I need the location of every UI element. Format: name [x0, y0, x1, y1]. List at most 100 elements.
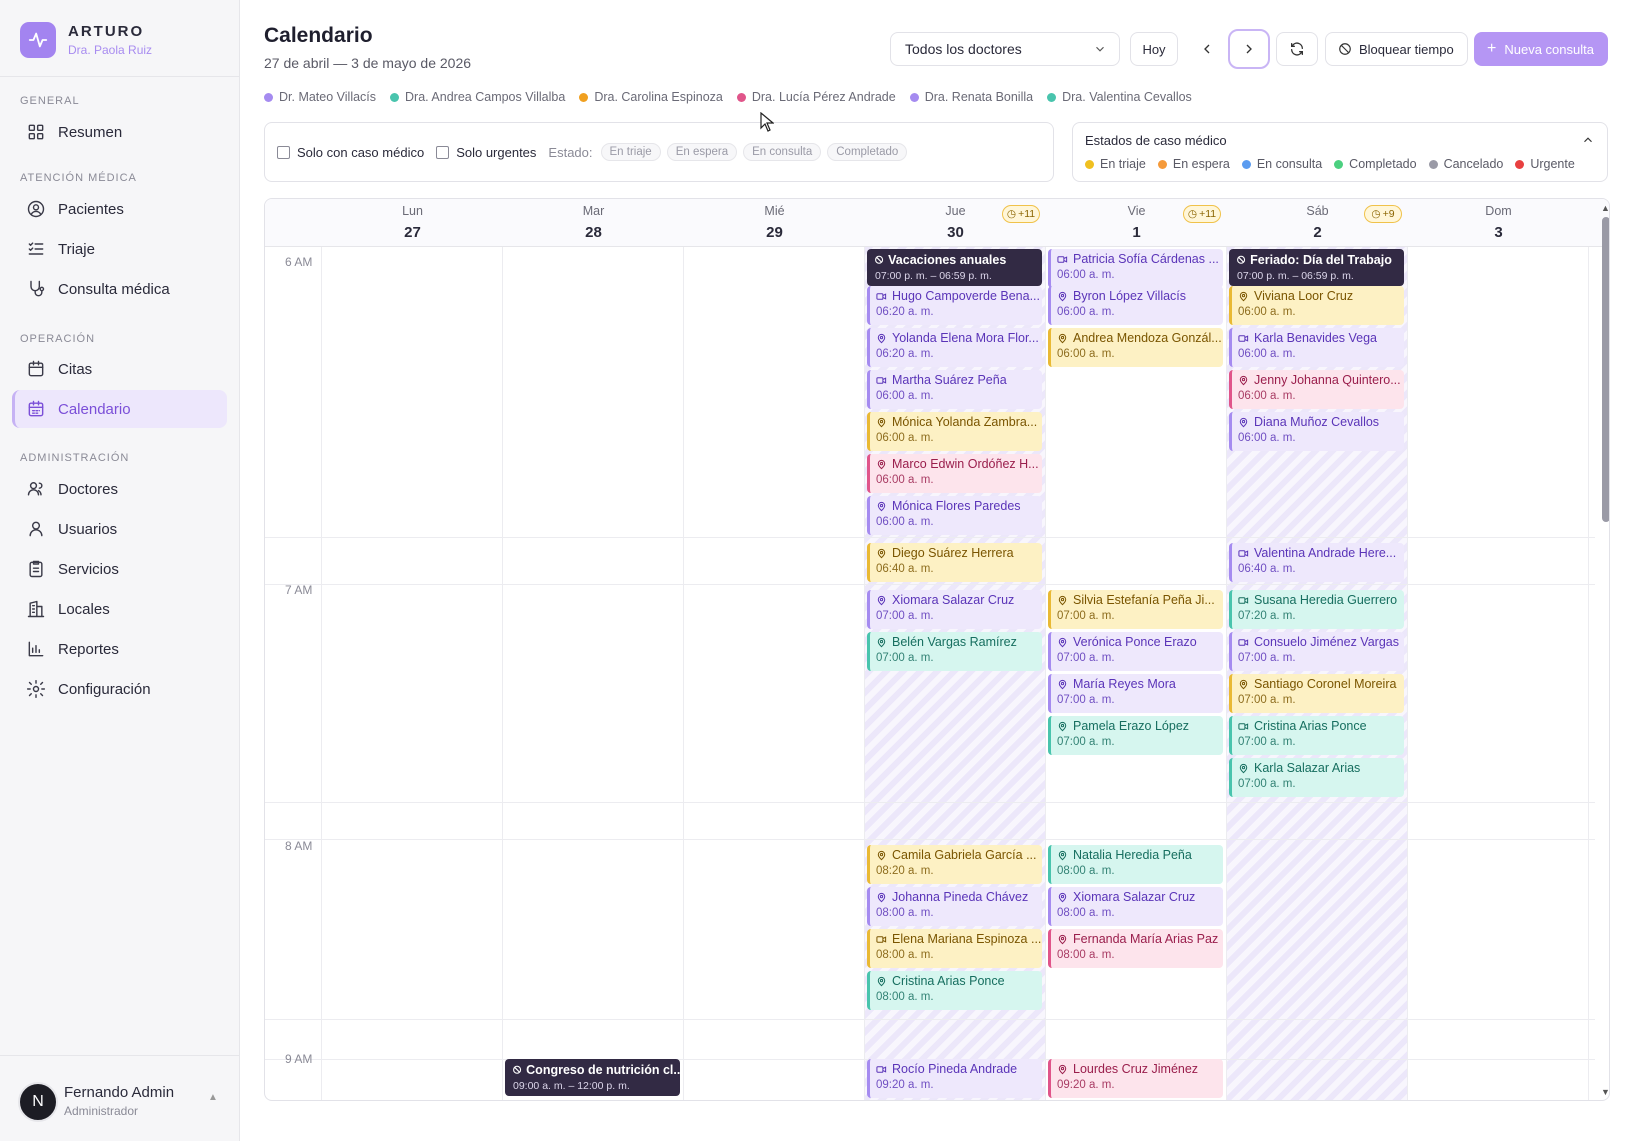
appointment-event[interactable]: Mónica Yolanda Zambra... 06:00 a. m. — [867, 412, 1042, 451]
sidebar-item-usuarios[interactable]: Usuarios — [12, 510, 227, 548]
doctor-legend-item[interactable]: Dr. Mateo Villacís — [264, 90, 376, 104]
appointment-event[interactable]: Belén Vargas Ramírez 07:00 a. m. — [867, 632, 1042, 671]
appointment-event[interactable]: Rocío Pineda Andrade 09:20 a. m. — [867, 1059, 1042, 1098]
status-filter-chip[interactable]: En consulta — [743, 143, 822, 161]
appointment-time: 06:00 a. m. — [876, 390, 934, 402]
doctor-legend-item[interactable]: Dra. Andrea Campos Villalba — [390, 90, 565, 104]
sidebar-item-configuración[interactable]: Configuración — [12, 670, 227, 708]
appointment-event[interactable]: Patricia Sofía Cárdenas ... 06:00 a. m. — [1048, 249, 1223, 288]
sidebar-item-consulta-médica[interactable]: Consulta médica — [12, 270, 227, 308]
appointment-event[interactable]: Cristina Arias Ponce 07:00 a. m. — [1229, 716, 1404, 755]
appointment-event[interactable]: Lourdes Cruz Jiménez 09:20 a. m. — [1048, 1059, 1223, 1098]
appointment-event[interactable]: Karla Benavides Vega 06:00 a. m. — [1229, 328, 1404, 367]
appointment-event[interactable]: Verónica Ponce Erazo 07:00 a. m. — [1048, 632, 1223, 671]
checkbox[interactable] — [277, 145, 290, 159]
status-filter-chip[interactable]: En triaje — [600, 143, 661, 161]
appointment-event[interactable]: Valentina Andrade Here... 06:40 a. m. — [1229, 543, 1404, 582]
video-icon — [876, 1065, 887, 1073]
only-medical-case-filter[interactable]: Solo con caso médico — [277, 145, 424, 160]
appointment-event[interactable]: Yolanda Elena Mora Flor... 06:20 a. m. — [867, 328, 1042, 367]
today-button[interactable]: Hoy — [1130, 32, 1178, 66]
appointment-event[interactable]: Consuelo Jiménez Vargas 07:00 a. m. — [1229, 632, 1404, 671]
appointment-event[interactable]: Marco Edwin Ordóñez H... 06:00 a. m. — [867, 454, 1042, 493]
appointment-event[interactable]: Johanna Pineda Chávez 08:00 a. m. — [867, 887, 1042, 926]
appointment-event[interactable]: Diego Suárez Herrera 06:40 a. m. — [867, 543, 1042, 582]
appointment-event[interactable]: Viviana Loor Cruz 06:00 a. m. — [1229, 286, 1404, 325]
appointment-event[interactable]: Hugo Campoverde Bena... 06:20 a. m. — [867, 286, 1042, 325]
block-time-label: Bloquear tiempo — [1359, 41, 1454, 57]
appointment-event[interactable]: Elena Mariana Espinoza ... 08:00 a. m. — [867, 929, 1042, 968]
appointment-event[interactable]: Silvia Estefanía Peña Ji... 07:00 a. m. — [1048, 590, 1223, 629]
sidebar-item-locales[interactable]: Locales — [12, 590, 227, 628]
scroll-up-icon[interactable]: ▲ — [1601, 203, 1609, 213]
doctor-legend-item[interactable]: Dra. Carolina Espinoza — [579, 90, 723, 104]
day-header-mar[interactable]: Mar 28 — [503, 199, 684, 247]
next-week-button[interactable] — [1228, 29, 1270, 69]
doctor-legend-item[interactable]: Dra. Valentina Cevallos — [1047, 90, 1192, 104]
appointment-event[interactable]: Santiago Coronel Moreira 07:00 a. m. — [1229, 674, 1404, 713]
user-menu[interactable]: N Fernando Admin Administrador ▲ — [0, 1055, 240, 1141]
doctor-legend-item[interactable]: Dra. Lucía Pérez Andrade — [736, 90, 896, 104]
appointment-event[interactable]: Mónica Flores Paredes 06:00 a. m. — [867, 496, 1042, 535]
day-header-dom[interactable]: Dom 3 — [1408, 199, 1589, 247]
location-pin-icon — [1058, 637, 1067, 647]
appointment-event[interactable]: Natalia Heredia Peña 08:00 a. m. — [1048, 845, 1223, 884]
appointment-event[interactable]: Fernanda María Arias Paz 08:00 a. m. — [1048, 929, 1223, 968]
new-consultation-button[interactable]: + Nueva consulta — [1474, 32, 1608, 66]
checkbox[interactable] — [436, 145, 450, 159]
day-header-sáb[interactable]: Sáb 2 ◷ +9 — [1227, 199, 1408, 247]
brand[interactable]: ARTURO Dra. Paola Ruiz — [20, 20, 230, 60]
day-header-lun[interactable]: Lun 27 — [322, 199, 503, 247]
sidebar-item-citas[interactable]: Citas — [12, 350, 227, 388]
appointment-event[interactable]: Cristina Arias Ponce 08:00 a. m. — [867, 971, 1042, 1010]
doctor-legend-item[interactable]: Dra. Renata Bonilla — [909, 90, 1033, 104]
refresh-button[interactable] — [1276, 32, 1318, 66]
time-block-event[interactable]: ⦸ Vacaciones anuales 07:00 p. m. – 06:59 p… — [867, 249, 1042, 286]
sidebar-item-reportes[interactable]: Reportes — [12, 630, 227, 668]
scrollbar[interactable]: ▲ ▼ — [1599, 199, 1609, 1100]
day-header-jue[interactable]: Jue 30 ◷ +11 — [865, 199, 1046, 247]
day-header-mié[interactable]: Mié 29 — [684, 199, 865, 247]
status-color-dot — [1428, 159, 1438, 169]
case-status-item: En espera — [1157, 157, 1230, 171]
sidebar-item-calendario[interactable]: Calendario — [12, 390, 227, 428]
appointment-event[interactable]: Andrea Mendoza Gonzál... 06:00 a. m. — [1048, 328, 1223, 367]
appointment-event[interactable]: Jenny Johanna Quintero... 06:00 a. m. — [1229, 370, 1404, 409]
location-pin-icon — [877, 595, 886, 605]
time-block-event[interactable]: ⦸ Feriado: Día del Trabajo 07:00 p. m. – 0… — [1229, 249, 1404, 286]
sidebar-item-doctores[interactable]: Doctores — [12, 470, 227, 508]
appointment-event[interactable]: Byron López Villacís 06:00 a. m. — [1048, 286, 1223, 325]
more-events-badge[interactable]: ◷ +11 — [1002, 205, 1040, 223]
scroll-down-icon[interactable]: ▼ — [1601, 1087, 1609, 1097]
chevron-up-icon[interactable] — [1581, 133, 1595, 147]
more-events-badge[interactable]: ◷ +11 — [1183, 205, 1221, 223]
sidebar-item-resumen[interactable]: Resumen — [12, 113, 227, 151]
appointment-event[interactable]: Xiomara Salazar Cruz 08:00 a. m. — [1048, 887, 1223, 926]
time-block-event[interactable]: ⦸ Congreso de nutrición cl... 09:00 a. m. … — [505, 1059, 680, 1096]
hour-divider — [265, 584, 1595, 585]
day-header-vie[interactable]: Vie 1 ◷ +11 — [1046, 199, 1227, 247]
appointment-event[interactable]: Pamela Erazo López 07:00 a. m. — [1048, 716, 1223, 755]
sidebar-item-servicios[interactable]: Servicios — [12, 550, 227, 588]
location-pin-icon — [877, 501, 886, 511]
appointment-event[interactable]: Martha Suárez Peña 06:00 a. m. — [867, 370, 1042, 409]
appointment-event[interactable]: Camila Gabriela García ... 08:20 a. m. — [867, 845, 1042, 884]
sidebar-item-triaje[interactable]: Triaje — [12, 230, 227, 268]
block-time-button[interactable]: Bloquear tiempo — [1325, 32, 1468, 66]
sidebar-item-pacientes[interactable]: Pacientes — [12, 190, 227, 228]
appointment-event[interactable]: Karla Salazar Arias 07:00 a. m. — [1229, 758, 1404, 797]
video-icon — [1057, 255, 1068, 263]
doctor-select[interactable]: Todos los doctores — [890, 32, 1120, 66]
only-urgent-filter[interactable]: Solo urgentes — [436, 145, 536, 160]
status-filter-chip[interactable]: Completado — [827, 143, 908, 161]
more-events-badge[interactable]: ◷ +9 — [1364, 205, 1402, 223]
location-pin-icon — [1058, 333, 1067, 343]
appointment-event[interactable]: Susana Heredia Guerrero 07:20 a. m. — [1229, 590, 1404, 629]
appointment-event[interactable]: María Reyes Mora 07:00 a. m. — [1048, 674, 1223, 713]
appointment-event[interactable]: Diana Muñoz Cevallos 06:00 a. m. — [1229, 412, 1404, 451]
prev-week-button[interactable] — [1190, 32, 1224, 66]
appointment-event[interactable]: Xiomara Salazar Cruz 07:00 a. m. — [867, 590, 1042, 629]
ban-icon — [1339, 43, 1351, 55]
status-filter-chip[interactable]: En espera — [666, 143, 738, 161]
scrollbar-thumb[interactable] — [1602, 217, 1609, 522]
